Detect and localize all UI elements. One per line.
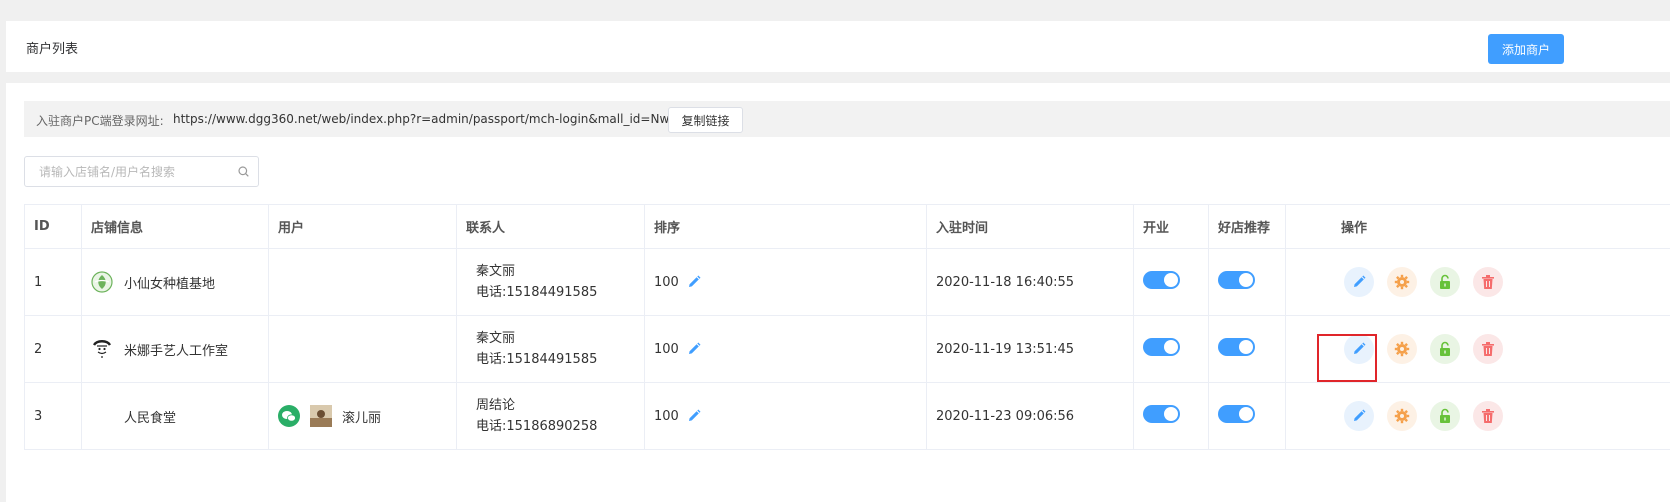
- joined-time: 2020-11-19 13:51:45: [926, 315, 1134, 383]
- edit-button-highlight: [1317, 334, 1377, 382]
- sort-value: 100: [654, 274, 679, 290]
- page-title: 商户列表: [26, 42, 79, 57]
- contact-name: 秦文丽: [476, 331, 516, 346]
- open-toggle[interactable]: [1143, 271, 1180, 289]
- recommend-toggle[interactable]: [1218, 405, 1255, 423]
- table-row: 1 小仙女种植基地 秦文丽 电话:15184491585 100 2020-11…: [24, 248, 1670, 316]
- login-url-label: 入驻商户PC端登录网址:: [36, 114, 164, 128]
- store-name: 人民食堂: [124, 410, 177, 426]
- user-avatar: [310, 405, 332, 427]
- open-toggle[interactable]: [1143, 338, 1180, 356]
- contact-phone: 电话:15184491585: [476, 352, 598, 367]
- recommend-toggle[interactable]: [1218, 338, 1255, 356]
- delete-icon: [1482, 342, 1494, 356]
- edit-icon: [1354, 275, 1366, 287]
- user-cell: [268, 248, 457, 316]
- search-input[interactable]: [25, 157, 239, 186]
- store-name: 米娜手艺人工作室: [124, 343, 229, 359]
- delete-button[interactable]: [1473, 401, 1503, 431]
- pencil-icon[interactable]: [687, 409, 701, 423]
- gear-icon: [1394, 341, 1410, 357]
- edit-button[interactable]: [1344, 401, 1374, 431]
- delete-icon: [1482, 409, 1494, 423]
- joined-time: 2020-11-23 09:06:56: [926, 382, 1134, 450]
- row-actions: [1295, 401, 1661, 431]
- pencil-icon[interactable]: [687, 342, 701, 356]
- unlock-button[interactable]: [1430, 267, 1460, 297]
- login-url-value: https://www.dgg360.net/web/index.php?r=a…: [173, 112, 690, 126]
- column-header-id: ID: [24, 204, 82, 249]
- unlock-button[interactable]: [1430, 401, 1460, 431]
- settings-button[interactable]: [1387, 267, 1417, 297]
- column-header-store: 店铺信息: [81, 204, 269, 249]
- unlock-icon: [1440, 408, 1450, 423]
- store-info: 米娜手艺人工作室: [91, 338, 259, 360]
- copy-link-button[interactable]: 复制链接: [668, 107, 743, 133]
- store-info: 小仙女种植基地: [91, 271, 259, 293]
- edit-icon: [1354, 409, 1366, 421]
- table-row: 3 人民食堂 滚儿丽 周结论 电话:15186890258 100 2020-1…: [24, 382, 1670, 450]
- row-id: 2: [24, 315, 82, 383]
- column-header-sort: 排序: [644, 204, 927, 249]
- column-header-joined: 入驻时间: [926, 204, 1134, 249]
- column-header-contact: 联系人: [456, 204, 645, 249]
- table-header-row: ID 店铺信息 用户 联系人 排序 入驻时间 开业 好店推荐 操作: [24, 204, 1670, 249]
- delete-icon: [1482, 275, 1494, 289]
- add-merchant-button[interactable]: 添加商户: [1488, 34, 1564, 64]
- unlock-icon: [1440, 341, 1450, 356]
- contact-phone: 电话:15186890258: [476, 419, 598, 434]
- table-row: 2 米娜手艺人工作室 秦文丽 电话:15184491585 100 2020-1…: [24, 315, 1670, 383]
- green-leaf-logo: [91, 271, 113, 293]
- sort-cell: 100: [654, 275, 917, 290]
- column-header-user: 用户: [268, 204, 457, 249]
- pencil-icon[interactable]: [687, 275, 701, 289]
- login-url-bar: 入驻商户PC端登录网址: https://www.dgg360.net/web/…: [24, 101, 1670, 137]
- column-header-open: 开业: [1133, 204, 1209, 249]
- store-logo-placeholder: [91, 405, 113, 427]
- settings-button[interactable]: [1387, 401, 1417, 431]
- wechat-icon: [278, 405, 300, 427]
- gear-icon: [1394, 408, 1410, 424]
- user-name: 滚儿丽: [342, 410, 382, 426]
- face-sketch-logo: [92, 340, 112, 358]
- unlock-button[interactable]: [1430, 334, 1460, 364]
- recommend-toggle[interactable]: [1218, 271, 1255, 289]
- store-info: 人民食堂: [91, 405, 259, 427]
- sort-value: 100: [654, 341, 679, 357]
- joined-time: 2020-11-18 16:40:55: [926, 248, 1134, 316]
- row-actions: [1295, 267, 1661, 297]
- search-box: [24, 156, 259, 187]
- user-cell: [268, 315, 457, 383]
- merchant-table: ID 店铺信息 用户 联系人 排序 入驻时间 开业 好店推荐 操作 1 小仙女种…: [24, 204, 1670, 450]
- column-header-recommend: 好店推荐: [1208, 204, 1286, 249]
- merchant-panel: 入驻商户PC端登录网址: https://www.dgg360.net/web/…: [6, 83, 1670, 502]
- open-toggle[interactable]: [1143, 405, 1180, 423]
- column-header-actions: 操作: [1285, 204, 1670, 249]
- page-header: 商户列表 添加商户: [6, 21, 1670, 72]
- user-cell: 滚儿丽: [278, 405, 447, 427]
- sort-value: 100: [654, 408, 679, 424]
- edit-button[interactable]: [1344, 267, 1374, 297]
- contact-phone: 电话:15184491585: [476, 285, 598, 300]
- store-name: 小仙女种植基地: [124, 276, 216, 292]
- unlock-icon: [1440, 274, 1450, 289]
- delete-button[interactable]: [1473, 267, 1503, 297]
- row-id: 1: [24, 248, 82, 316]
- contact-name: 周结论: [476, 398, 516, 413]
- sort-cell: 100: [654, 409, 917, 424]
- delete-button[interactable]: [1473, 334, 1503, 364]
- settings-button[interactable]: [1387, 334, 1417, 364]
- row-id: 3: [24, 382, 82, 450]
- sort-cell: 100: [654, 342, 917, 357]
- search-icon[interactable]: [238, 166, 249, 177]
- gear-icon: [1394, 274, 1410, 290]
- contact-name: 秦文丽: [476, 264, 516, 279]
